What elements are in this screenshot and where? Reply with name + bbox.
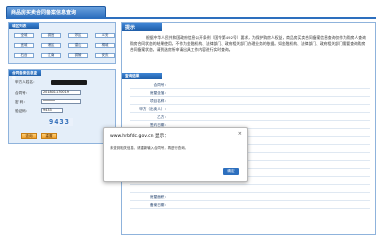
district-link[interactable]: 江南 bbox=[41, 53, 61, 58]
captcha-input[interactable]: 9433 bbox=[41, 108, 63, 113]
result-row: 备案日期： bbox=[130, 201, 370, 209]
district-link[interactable]: 安庆 bbox=[95, 53, 115, 58]
dialog-title: www.hrbfdc.gov.cn 显示： bbox=[110, 134, 169, 139]
district-link[interactable]: 宜城 bbox=[14, 43, 34, 48]
ok-button[interactable]: 确定 bbox=[223, 168, 239, 175]
notice-text: 根据中华人民共和国政府信息公开条例（国令第492号）要求，为保护购房人权益，商品… bbox=[130, 35, 366, 52]
query-panel: 合同备案信息查询 甲方人姓名： 合同号： 201801170019 密 码： •… bbox=[8, 69, 116, 144]
result-value bbox=[170, 89, 370, 96]
result-row: 乙方： bbox=[130, 113, 370, 121]
query-panel-title: 合同备案信息查询 bbox=[9, 70, 41, 80]
result-label: 乙方： bbox=[157, 115, 168, 119]
district-link[interactable]: 潜山 bbox=[68, 43, 88, 48]
result-label: 甲方（出卖人）： bbox=[139, 107, 168, 111]
alert-dialog: www.hrbfdc.gov.cn 显示： × 未查到相关信息，请重新输入合同号… bbox=[103, 127, 248, 182]
district-link[interactable]: 义安 bbox=[95, 33, 115, 38]
contract-number-input[interactable]: 201801170019 bbox=[41, 90, 81, 95]
result-row: 房屋面积： bbox=[130, 193, 370, 201]
district-link[interactable]: 全城 bbox=[14, 33, 34, 38]
result-value bbox=[170, 105, 370, 112]
result-label: 房屋坐落： bbox=[150, 91, 168, 95]
district-link[interactable]: 铜陵 bbox=[68, 53, 88, 58]
result-label: 项目名称： bbox=[150, 99, 168, 103]
district-link[interactable]: 铜官 bbox=[41, 33, 61, 38]
buyer-name-row: 甲方人姓名： bbox=[15, 80, 37, 85]
banner-divider bbox=[6, 17, 376, 19]
result-title: 查询结果 bbox=[122, 73, 162, 79]
result-value bbox=[170, 81, 370, 88]
result-value bbox=[170, 113, 370, 120]
top-banner: 商品房买卖合同备案信息查询 bbox=[0, 0, 385, 19]
district-link[interactable]: 桐城 bbox=[95, 43, 115, 48]
reset-button[interactable]: 重置 bbox=[41, 133, 57, 139]
district-panel: 城区列表 全城 铜官 郊区 义安 宜城 港区 潜山 桐城 石台 江南 铜陵 安庆 bbox=[8, 22, 116, 64]
redacted-value bbox=[51, 80, 87, 85]
contract-number-label: 合同号： bbox=[15, 91, 30, 95]
result-row bbox=[130, 185, 370, 193]
result-value bbox=[170, 185, 370, 192]
captcha-image[interactable]: 9433 bbox=[49, 118, 73, 126]
result-label: 合同号： bbox=[153, 83, 168, 87]
password-label: 密 码： bbox=[15, 100, 27, 104]
query-button[interactable]: 查询 bbox=[21, 133, 37, 139]
result-value bbox=[170, 193, 370, 200]
notice-title: 提示 bbox=[122, 23, 162, 31]
password-input[interactable]: •••••• bbox=[41, 99, 81, 104]
result-label: 房屋面积： bbox=[150, 195, 168, 199]
district-link[interactable]: 港区 bbox=[41, 43, 61, 48]
result-row: 项目名称： bbox=[130, 97, 370, 105]
district-grid: 全城 铜官 郊区 义安 宜城 港区 潜山 桐城 石台 江南 铜陵 安庆 bbox=[9, 29, 115, 62]
district-link[interactable]: 石台 bbox=[14, 53, 34, 58]
result-label bbox=[130, 185, 170, 192]
result-row: 甲方（出卖人）： bbox=[130, 105, 370, 113]
district-link[interactable]: 郊区 bbox=[68, 33, 88, 38]
captcha-label: 验证码： bbox=[15, 109, 30, 113]
result-value bbox=[170, 201, 370, 208]
result-row: 房屋坐落： bbox=[130, 89, 370, 97]
dialog-message: 未查到相关信息，请重新输入合同号，再进行查询。 bbox=[110, 146, 188, 150]
buyer-name-label: 甲方人姓名： bbox=[15, 80, 37, 84]
result-row: 合同号： bbox=[130, 81, 370, 89]
result-label: 备案日期： bbox=[150, 203, 168, 207]
close-icon[interactable]: × bbox=[238, 131, 242, 137]
result-value bbox=[170, 97, 370, 104]
